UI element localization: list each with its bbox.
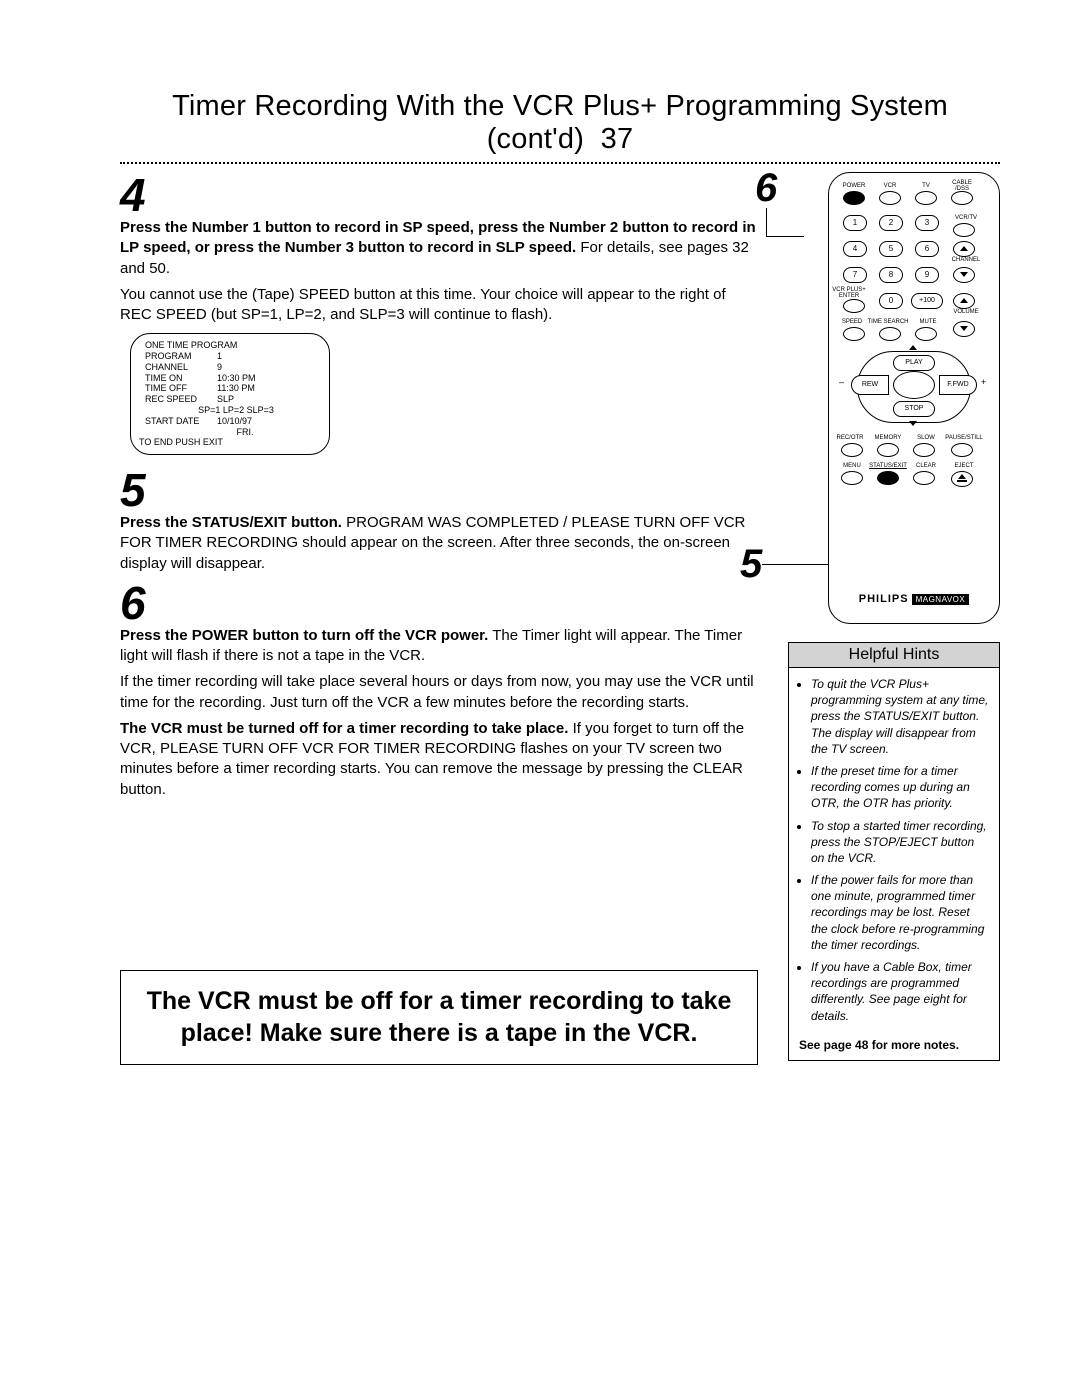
slow-button[interactable] [913,443,935,457]
step6-para2: If the timer recording will take place s… [120,672,758,713]
stop-button[interactable]: STOP [893,401,935,417]
clear-button[interactable] [913,471,935,485]
hint-item: If the preset time for a timer recording… [811,763,989,812]
num-3-button[interactable]: 3 [915,215,939,231]
num-7-button[interactable]: 7 [843,267,867,283]
num-6-button[interactable]: 6 [915,241,939,257]
memory-button[interactable] [877,443,899,457]
speed-button[interactable] [843,327,865,341]
cable-dss-button[interactable] [951,191,973,205]
helpful-hints-footer: See page 48 for more notes. [789,1038,999,1060]
hint-item: If the power fails for more than one min… [811,872,989,953]
rew-button[interactable]: REW [851,375,889,395]
num-8-button[interactable]: 8 [879,267,903,283]
minus-label: – [839,377,844,387]
step4-para2: You cannot use the (Tape) SPEED button a… [120,285,758,326]
mute-button[interactable] [915,327,937,341]
channel-up-button[interactable] [953,241,975,257]
num-4-button[interactable]: 4 [843,241,867,257]
step4-para1: Press the Number 1 button to record in S… [120,218,758,279]
brand-label: PHILIPSMAGNAVOX [829,593,999,605]
remote-control: POWER VCR TV CABLE /DSS 1 2 3 VCR/TV 4 5… [828,172,1000,624]
rec-otr-button[interactable] [841,443,863,457]
num-5-button[interactable]: 5 [879,241,903,257]
step-number-4: 4 [120,172,758,218]
power-button[interactable] [843,191,865,205]
tv-button[interactable] [915,191,937,205]
step6-para1: Press the POWER button to turn off the V… [120,626,758,667]
osd-screen: ONE TIME PROGRAM PROGRAM1 CHANNEL9 TIME … [130,333,330,455]
time-search-button[interactable] [879,327,901,341]
callout-5: 5 [740,542,762,587]
plus100-button[interactable]: +100 [911,293,943,309]
status-exit-button[interactable] [877,471,899,485]
hint-item: If you have a Cable Box, timer recording… [811,959,989,1024]
volume-down-button[interactable] [953,321,975,337]
hint-item: To quit the VCR Plus+ programming system… [811,676,989,757]
dotted-rule [120,162,1000,164]
jog-wheel[interactable] [893,371,935,399]
page-title: Timer Recording With the VCR Plus+ Progr… [120,90,1000,156]
step-number-5: 5 [120,467,758,513]
hint-item: To stop a started timer recording, press… [811,818,989,867]
step6-para3: The VCR must be turned off for a timer r… [120,719,758,800]
vcr-tv-button[interactable] [953,223,975,237]
warning-callout: The VCR must be off for a timer recordin… [120,970,758,1065]
step5-para1: Press the STATUS/EXIT button. PROGRAM WA… [120,513,758,574]
play-button[interactable]: PLAY [893,355,935,371]
num-0-button[interactable]: 0 [879,293,903,309]
menu-button[interactable] [841,471,863,485]
num-9-button[interactable]: 9 [915,267,939,283]
volume-up-button[interactable] [953,293,975,309]
helpful-hints-box: Helpful Hints To quit the VCR Plus+ prog… [788,642,1000,1061]
callout-6: 6 [755,166,777,211]
step-number-6: 6 [120,580,758,626]
plus-label: + [981,377,986,387]
pause-still-button[interactable] [951,443,973,457]
num-1-button[interactable]: 1 [843,215,867,231]
ffwd-button[interactable]: F.FWD [939,375,977,395]
helpful-hints-title: Helpful Hints [789,643,999,668]
vcr-button[interactable] [879,191,901,205]
num-2-button[interactable]: 2 [879,215,903,231]
eject-button[interactable] [951,471,973,487]
osd-title: ONE TIME PROGRAM [145,340,315,351]
channel-down-button[interactable] [953,267,975,283]
vcrplus-enter-button[interactable] [843,299,865,313]
